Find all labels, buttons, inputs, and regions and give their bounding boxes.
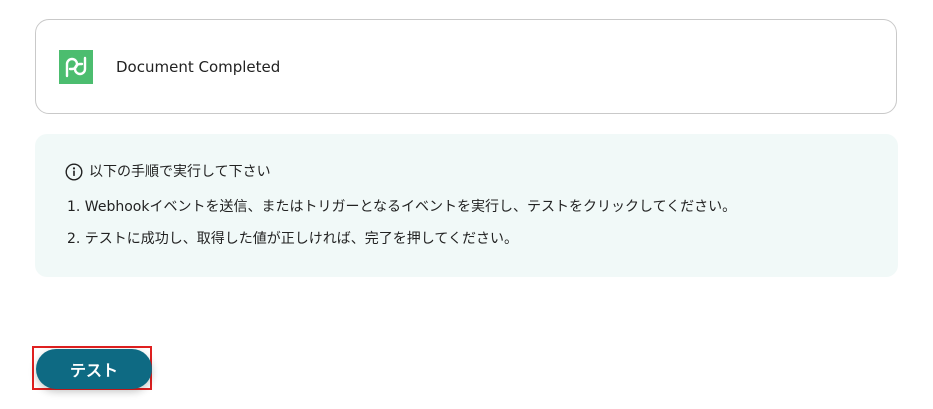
test-button[interactable]: テスト (36, 349, 152, 389)
pandadoc-logo-icon (59, 50, 93, 84)
trigger-event-name: Document Completed (116, 58, 281, 76)
trigger-app-card: Document Completed (35, 19, 897, 114)
info-icon (65, 163, 83, 181)
instruction-step-2: 2. テストに成功し、取得した値が正しければ、完了を押してください。 (67, 231, 518, 247)
instruction-step-1: 1. Webhookイベントを送信、またはトリガーとなるイベントを実行し、テスト… (67, 199, 737, 215)
instructions-heading-text: 以下の手順で実行して下さい (89, 164, 271, 180)
instructions-heading: 以下の手順で実行して下さい (65, 162, 271, 182)
instructions-panel: 以下の手順で実行して下さい 1. Webhookイベントを送信、またはトリガーと… (35, 134, 898, 277)
